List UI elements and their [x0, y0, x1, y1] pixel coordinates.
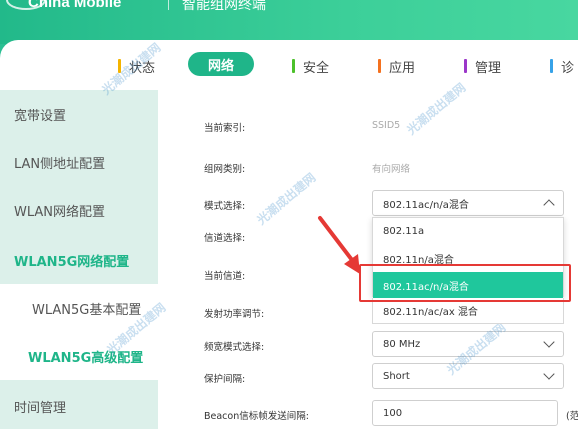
mode-label: 模式选择:: [204, 201, 246, 212]
sidebar: 宽带设置 LAN侧地址配置 WLAN网络配置 WLAN5G网络配置 WLAN5G…: [0, 90, 158, 429]
watermark: 光潮成出建网: [254, 170, 319, 228]
guard-interval-label: 保护间隔:: [204, 374, 246, 385]
tab-diagnostics[interactable]: 诊: [550, 55, 574, 77]
bandwidth-select-value: 80 MHz: [383, 338, 421, 350]
tab-management[interactable]: 管理: [464, 55, 501, 77]
beacon-range-hint: (范: [566, 411, 578, 422]
chevron-down-icon: [543, 336, 555, 348]
sidebar-item-broadband[interactable]: 宽带设置: [0, 90, 158, 138]
tab-management-label: 管理: [475, 60, 502, 76]
sidebar-item-wlan[interactable]: WLAN网络配置: [0, 186, 158, 234]
beacon-interval-input[interactable]: 100: [372, 400, 558, 426]
beacon-interval-value: 100: [383, 407, 403, 419]
annotation-highlight-box: [359, 264, 571, 302]
current-index-label: 当前索引:: [204, 123, 246, 134]
tab-diagnostics-marker: [550, 59, 553, 73]
annotation-arrow-icon: [318, 216, 360, 274]
network-type-label: 组网类别:: [204, 164, 246, 175]
mode-select[interactable]: 802.11ac/n/a混合: [372, 190, 564, 216]
brand-name: China Mobile: [28, 0, 122, 11]
mode-option-80211a[interactable]: 802.11a: [373, 218, 563, 244]
guard-interval-select[interactable]: Short: [372, 363, 564, 389]
chevron-down-icon: [543, 368, 555, 380]
current-channel-label: 当前信道:: [204, 271, 246, 282]
tab-security-marker: [292, 59, 295, 73]
top-tabs: 状态 网络 安全 应用 管理 诊: [0, 40, 578, 90]
tx-power-label: 发射功率调节:: [204, 309, 265, 320]
tab-application[interactable]: 应用: [378, 55, 415, 77]
tab-management-marker: [464, 59, 467, 73]
network-type-value: 有向网络: [372, 164, 411, 175]
bandwidth-label: 频宽模式选择:: [204, 342, 265, 353]
sidebar-item-lan[interactable]: LAN侧地址配置: [0, 138, 158, 186]
sidebar-item-time[interactable]: 时间管理: [0, 382, 158, 429]
mode-select-value: 802.11ac/n/a混合: [383, 199, 469, 211]
current-index-value: SSID5: [372, 120, 401, 131]
beacon-interval-label: Beacon信标帧发送间隔:: [204, 411, 309, 422]
sidebar-item-wlan5g[interactable]: WLAN5G网络配置: [0, 236, 158, 284]
header-divider: [168, 0, 169, 10]
tab-security[interactable]: 安全: [292, 55, 329, 77]
tab-network[interactable]: 网络: [188, 52, 255, 76]
tab-application-marker: [378, 59, 381, 73]
channel-label: 信道选择:: [204, 233, 246, 244]
tab-network-label: 网络: [208, 58, 235, 74]
tab-security-label: 安全: [303, 60, 330, 76]
guard-interval-select-value: Short: [383, 370, 410, 382]
app-header: China Mobile 智能组网终端: [0, 0, 578, 44]
tab-application-label: 应用: [389, 60, 416, 76]
tab-diagnostics-label: 诊: [561, 60, 575, 76]
header-subtitle: 智能组网终端: [182, 0, 266, 13]
chevron-up-icon: [543, 199, 555, 211]
